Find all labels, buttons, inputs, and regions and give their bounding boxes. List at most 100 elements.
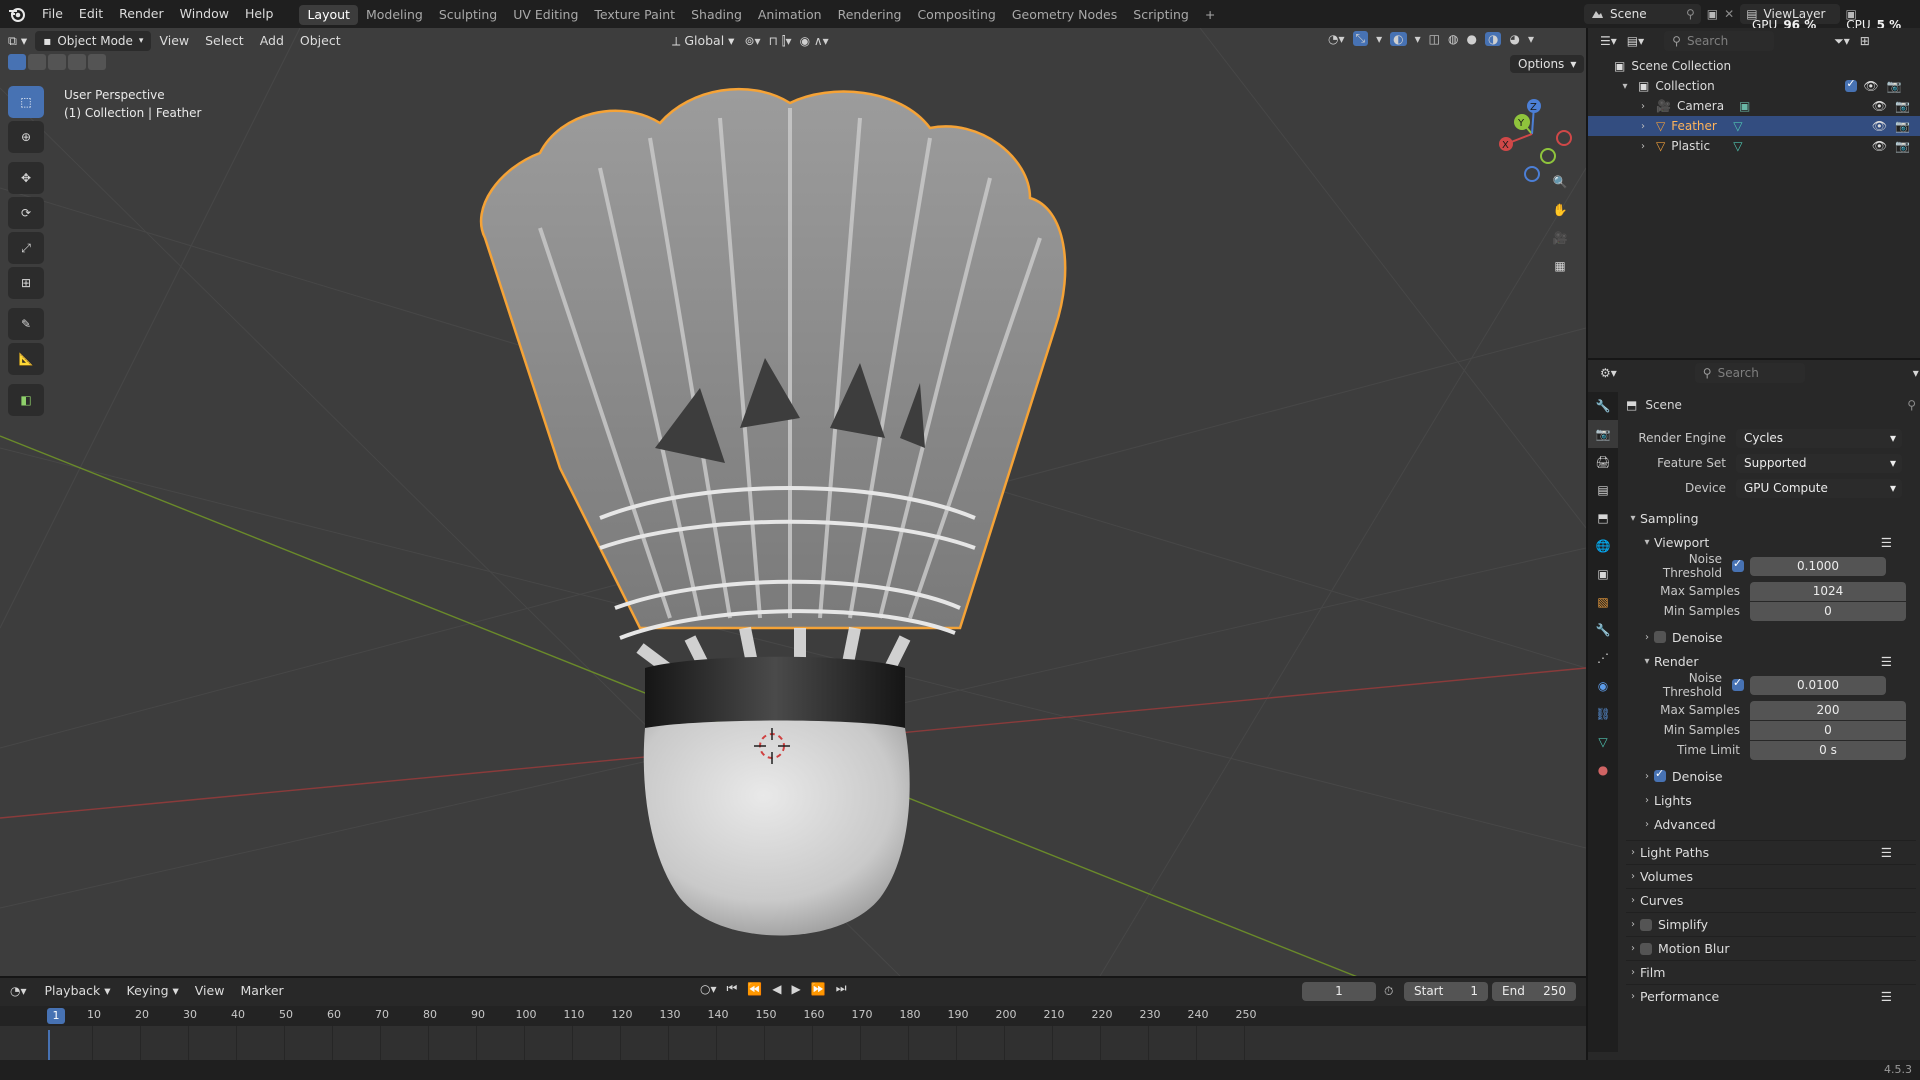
volumes-panel-header[interactable]: › Volumes (1626, 864, 1916, 888)
render-time-limit-field[interactable]: 0 s (1750, 740, 1906, 760)
properties-editor-icon[interactable]: ⚙▾ (1600, 366, 1617, 380)
perspective-grid-icon[interactable]: ▦ (1546, 252, 1574, 280)
render-denoise-header[interactable]: › Denoise (1626, 764, 1916, 788)
chevron-right-icon[interactable]: › (1636, 101, 1650, 112)
mode-dropdown[interactable]: ▪ Object Mode ▾ (35, 31, 152, 51)
properties-search[interactable]: ⚲ Search (1694, 363, 1805, 383)
pin-icon[interactable]: ⚲ (1907, 398, 1916, 412)
viewport-min-samples-field[interactable]: 0 (1750, 601, 1906, 621)
chevron-down-icon[interactable]: ▾ (1618, 81, 1632, 92)
play-reverse-icon[interactable]: ◀ (772, 982, 781, 996)
current-frame-field[interactable]: 1 (1302, 982, 1376, 1001)
scene-collection-row[interactable]: ▣ Scene Collection (1588, 56, 1920, 76)
render-max-samples-field[interactable]: 200 (1750, 700, 1906, 720)
playhead-frame-badge[interactable]: 1 (47, 1008, 65, 1024)
world-tab-icon[interactable]: 🌐 (1588, 532, 1618, 560)
jump-keyframe-back-icon[interactable]: ⏪ (747, 982, 762, 996)
pin-icon[interactable]: ⚲ (1686, 4, 1695, 24)
tool-tab-icon[interactable]: 🔧 (1588, 392, 1618, 420)
add-cube-tool[interactable]: ◧ (8, 384, 44, 416)
chevron-down-icon[interactable]: ▾ (1913, 366, 1919, 380)
xray-icon[interactable]: ◫ (1429, 32, 1440, 46)
shading-options-icon[interactable]: ▾ (1528, 32, 1534, 46)
outliner-item-feather[interactable]: › ▽ Feather ▽ 👁 📷 (1588, 116, 1920, 136)
menu-render[interactable]: Render (111, 0, 172, 28)
viewport-noise-threshold-field[interactable]: 0.1000 (1750, 556, 1886, 576)
rendered-shading-icon[interactable]: ◕ (1509, 32, 1519, 46)
presets-icon[interactable]: ☰ (1881, 989, 1892, 1004)
menu-select[interactable]: Select (197, 31, 252, 51)
auto-keying-icon[interactable]: ○▾ (700, 982, 717, 996)
tab-modeling[interactable]: Modeling (358, 5, 431, 25)
jump-end-icon[interactable]: ⏭ (836, 981, 847, 996)
visibility-filter-icon[interactable]: ◔▾ (1328, 32, 1345, 46)
cursor-tool[interactable]: ⊕ (8, 121, 44, 153)
solid-shading-icon[interactable]: ● (1466, 32, 1476, 46)
feature-set-dropdown[interactable]: Supported ▾ (1736, 453, 1902, 473)
menu-window[interactable]: Window (172, 0, 237, 28)
simplify-checkbox[interactable] (1640, 918, 1652, 931)
camera-render-icon[interactable]: 📷 (1895, 119, 1910, 133)
view-layer-tab-icon[interactable]: ▤ (1588, 476, 1618, 504)
render-engine-dropdown[interactable]: Cycles ▾ (1736, 428, 1902, 448)
material-tab-icon[interactable]: ● (1588, 756, 1618, 784)
tab-scripting[interactable]: Scripting (1125, 5, 1197, 25)
annotate-tool[interactable]: ✎ (8, 308, 44, 340)
eye-icon[interactable]: 👁 (1863, 79, 1878, 93)
camera-render-icon[interactable]: 📷 (1895, 139, 1910, 153)
menu-help[interactable]: Help (237, 0, 282, 28)
output-tab-icon[interactable]: 🖨 (1588, 448, 1618, 476)
pan-hand-icon[interactable]: ✋ (1546, 196, 1574, 224)
film-panel-header[interactable]: › Film (1626, 960, 1916, 984)
constraints-tab-icon[interactable]: ⛓ (1588, 700, 1618, 728)
simplify-panel-header[interactable]: › Simplify (1626, 912, 1916, 936)
motion-blur-panel-header[interactable]: › Motion Blur (1626, 936, 1916, 960)
menu-add[interactable]: Add (252, 31, 292, 51)
eye-icon[interactable]: 👁 (1872, 139, 1887, 153)
noise-threshold-checkbox[interactable] (1732, 676, 1744, 691)
render-denoise-checkbox[interactable] (1654, 767, 1666, 782)
select-invert-icon[interactable] (68, 54, 86, 70)
advanced-subpanel-header[interactable]: › Advanced (1626, 812, 1916, 836)
render-noise-threshold-field[interactable]: 0.0100 (1750, 675, 1886, 695)
tab-compositing[interactable]: Compositing (909, 5, 1003, 25)
wireframe-shading-icon[interactable]: ◍ (1448, 32, 1458, 46)
select-subtract-icon[interactable] (48, 54, 66, 70)
presets-icon[interactable]: ☰ (1881, 654, 1892, 669)
light-paths-panel-header[interactable]: › Light Paths ☰ (1626, 840, 1916, 864)
measure-tool[interactable]: 📐 (8, 343, 44, 375)
new-collection-icon[interactable]: ⊞ (1860, 34, 1870, 48)
tab-texture-paint[interactable]: Texture Paint (586, 5, 683, 25)
outliner-item-camera[interactable]: › 🎥 Camera ▣ 👁 📷 (1588, 96, 1920, 116)
curves-panel-header[interactable]: › Curves (1626, 888, 1916, 912)
material-shading-icon[interactable]: ◑ (1484, 31, 1502, 46)
select-new-icon[interactable] (8, 54, 26, 70)
data-tab-icon[interactable]: ▽ (1588, 728, 1618, 756)
start-frame-field[interactable]: Start 1 (1404, 982, 1488, 1001)
select-intersect-icon[interactable] (88, 54, 106, 70)
timeline-editor-icon[interactable]: ◔▾ (10, 984, 27, 998)
motion-blur-checkbox[interactable] (1640, 942, 1652, 955)
scene-selector[interactable]: Scene ⚲ (1584, 4, 1701, 24)
pivot-point-icon[interactable]: ⊚▾ (744, 34, 760, 48)
noise-threshold-checkbox[interactable] (1732, 557, 1744, 572)
add-workspace-button[interactable]: + (1197, 5, 1223, 25)
physics-tab-icon[interactable]: ◉ (1588, 672, 1618, 700)
menu-file[interactable]: File (34, 0, 71, 28)
rotate-tool[interactable]: ⟳ (8, 197, 44, 229)
editor-type-button[interactable]: ⧉ ▾ (0, 31, 35, 51)
3d-viewport[interactable]: ⧉ ▾ ▪ Object Mode ▾ View Select Add Obje… (0, 28, 1586, 976)
camera-render-icon[interactable]: 📷 (1895, 99, 1910, 113)
render-min-samples-field[interactable]: 0 (1750, 720, 1906, 740)
viewport-denoise-checkbox[interactable] (1654, 631, 1666, 643)
display-mode-icon[interactable]: ▤▾ (1627, 34, 1644, 48)
select-extend-icon[interactable] (28, 54, 46, 70)
delete-scene-icon[interactable]: ✕ (1724, 7, 1734, 21)
filter-icon[interactable]: ⏷▾ (1834, 34, 1850, 49)
transform-orientation-dropdown[interactable]: ⟂ Global ▾ (670, 31, 736, 51)
render-subpanel-header[interactable]: ▾ Render ☰ (1626, 649, 1916, 673)
viewport-denoise-header[interactable]: › Denoise (1626, 625, 1916, 649)
jump-start-icon[interactable]: ⏮ (727, 981, 738, 996)
particles-tab-icon[interactable]: ⋰ (1588, 644, 1618, 672)
viewport-subpanel-header[interactable]: ▾ Viewport ☰ (1626, 530, 1916, 554)
